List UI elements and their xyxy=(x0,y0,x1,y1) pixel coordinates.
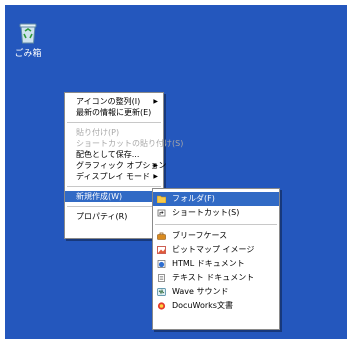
folder-icon xyxy=(157,195,166,203)
recycle-bin-label: ごみ箱 xyxy=(14,49,42,59)
menu-separator xyxy=(67,122,161,123)
submenu-item-label: HTML ドキュメント xyxy=(172,259,245,268)
bitmap-icon xyxy=(157,246,166,254)
menu-separator xyxy=(155,224,277,225)
submenu-item-label: テキスト ドキュメント xyxy=(172,273,255,282)
menu-item-graphics-options[interactable]: グラフィック オプション ▶ xyxy=(65,160,166,171)
submenu-item-shortcut[interactable]: ショートカット(S) xyxy=(153,206,279,220)
wave-sound-icon xyxy=(157,288,166,296)
menu-item-label: 新規作成(W) xyxy=(76,192,123,201)
submenu-item-label: ブリーフケース xyxy=(172,231,228,240)
submenu-item-html-document[interactable]: HTML ドキュメント xyxy=(153,257,279,271)
submenu-item-label: ショートカット(S) xyxy=(172,208,240,217)
menu-item-label: 配色として保存... xyxy=(76,150,140,159)
menu-item-label: アイコンの整列(I) xyxy=(76,97,141,106)
menu-item-properties[interactable]: プロパティ(R) xyxy=(65,211,163,222)
submenu-arrow-icon: ▶ xyxy=(153,162,158,169)
menu-item-label: ショートカットの貼り付け(S) xyxy=(76,139,184,148)
menu-item-display-mode[interactable]: ディスプレイ モード ▶ xyxy=(65,171,163,182)
desktop-context-menu: アイコンの整列(I) ▶ 最新の情報に更新(E) 貼り付け(P) ショートカット… xyxy=(64,92,183,239)
submenu-item-briefcase[interactable]: ブリーフケース xyxy=(153,229,279,243)
menu-item-label: ディスプレイ モード xyxy=(76,172,150,181)
menu-item-arrange-icons[interactable]: アイコンの整列(I) ▶ xyxy=(65,96,163,107)
menu-item-paste-shortcut[interactable]: ショートカットの貼り付け(S) xyxy=(65,138,183,149)
recycle-bin-icon xyxy=(19,23,37,44)
submenu-item-label: Wave サウンド xyxy=(172,287,229,296)
shortcut-icon xyxy=(157,209,166,217)
submenu-item-label: ビットマップ イメージ xyxy=(172,245,255,254)
recycle-bin[interactable]: ごみ箱 xyxy=(12,22,44,59)
menu-item-save-color-scheme[interactable]: 配色として保存... xyxy=(65,149,163,160)
menu-item-new[interactable]: 新規作成(W) ▶ xyxy=(65,191,163,202)
submenu-item-text-document[interactable]: テキスト ドキュメント xyxy=(153,271,279,285)
submenu-item-bitmap-image[interactable]: ビットマップ イメージ xyxy=(153,243,279,257)
menu-separator xyxy=(67,186,161,187)
text-document-icon xyxy=(158,274,165,282)
desktop[interactable]: ごみ箱 アイコンの整列(I) ▶ 最新の情報に更新(E) 貼り付け(P) ショー… xyxy=(5,5,347,339)
submenu-item-docuworks[interactable]: DocuWorks文書 xyxy=(153,299,279,313)
submenu-item-wave-sound[interactable]: Wave サウンド xyxy=(153,285,279,299)
submenu-item-label: フォルダ(F) xyxy=(172,194,215,203)
docuworks-icon xyxy=(157,302,166,310)
menu-separator xyxy=(67,206,161,207)
menu-item-label: 最新の情報に更新(E) xyxy=(76,108,152,117)
menu-item-refresh[interactable]: 最新の情報に更新(E) xyxy=(65,107,163,118)
submenu-arrow-icon: ▶ xyxy=(153,98,158,105)
briefcase-icon xyxy=(157,232,166,240)
submenu-arrow-icon: ▶ xyxy=(153,173,158,180)
new-submenu: フォルダ(F) ショートカット(S) ブリーフケース ビットマップ イメージ H… xyxy=(152,188,280,330)
menu-item-label: プロパティ(R) xyxy=(76,212,128,221)
menu-item-label: 貼り付け(P) xyxy=(76,128,120,137)
menu-item-paste[interactable]: 貼り付け(P) xyxy=(65,127,163,138)
html-document-icon xyxy=(157,260,166,268)
submenu-item-label: DocuWorks文書 xyxy=(172,301,233,310)
submenu-item-folder[interactable]: フォルダ(F) xyxy=(153,192,279,206)
